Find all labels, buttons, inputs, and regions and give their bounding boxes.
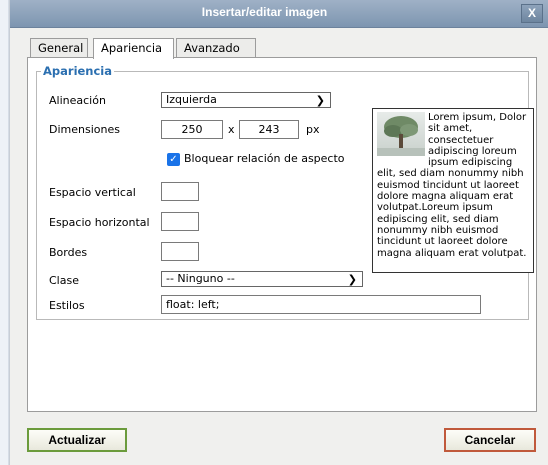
- vspace-label: Espacio vertical: [49, 186, 136, 199]
- hspace-label: Espacio horizontal: [49, 216, 150, 229]
- image-preview: Lorem ipsum, Dolor sit amet, consectetue…: [372, 108, 534, 273]
- height-input[interactable]: 243: [239, 120, 299, 139]
- vspace-input[interactable]: [161, 182, 199, 201]
- appearance-panel: Apariencia Alineación Izquierda ❯ Dimens…: [27, 57, 537, 412]
- image-dialog: Insertar/editar imagen X General Aparien…: [9, 0, 548, 465]
- tab-apariencia[interactable]: Apariencia: [93, 38, 174, 59]
- close-icon[interactable]: X: [521, 4, 543, 23]
- update-button[interactable]: Actualizar: [27, 428, 127, 452]
- class-label: Clase: [49, 274, 79, 287]
- chevron-down-icon: ❯: [347, 273, 357, 286]
- constrain-checkbox[interactable]: ✓: [167, 153, 180, 166]
- dimensions-separator: x: [228, 123, 235, 136]
- tab-avanzado[interactable]: Avanzado: [176, 38, 256, 58]
- width-input[interactable]: 250: [161, 120, 223, 139]
- dimensions-unit: px: [306, 123, 320, 136]
- dimensions-label: Dimensiones: [49, 123, 120, 136]
- border-input[interactable]: [161, 242, 199, 261]
- tab-general[interactable]: General: [30, 38, 88, 58]
- cancel-button[interactable]: Cancelar: [444, 428, 536, 452]
- tree-image-icon: [377, 112, 425, 156]
- constrain-label: Bloquear relación de aspecto: [184, 152, 345, 165]
- class-select[interactable]: -- Ninguno -- ❯: [161, 271, 363, 287]
- alignment-select[interactable]: Izquierda ❯: [161, 92, 331, 108]
- style-label: Estilos: [49, 299, 85, 312]
- alignment-value: Izquierda: [166, 93, 217, 106]
- dialog-title: Insertar/editar imagen: [201, 5, 328, 19]
- alignment-label: Alineación: [49, 94, 106, 107]
- chevron-down-icon: ❯: [315, 94, 325, 107]
- background-page-strip: [0, 0, 9, 465]
- dialog-titlebar[interactable]: Insertar/editar imagen X: [10, 0, 548, 28]
- border-label: Bordes: [49, 246, 88, 259]
- class-value: -- Ninguno --: [166, 272, 235, 285]
- appearance-legend: Apariencia: [43, 64, 113, 78]
- appearance-fieldset: Apariencia Alineación Izquierda ❯ Dimens…: [36, 64, 534, 320]
- hspace-input[interactable]: [161, 212, 199, 231]
- style-input[interactable]: float: left;: [161, 295, 481, 314]
